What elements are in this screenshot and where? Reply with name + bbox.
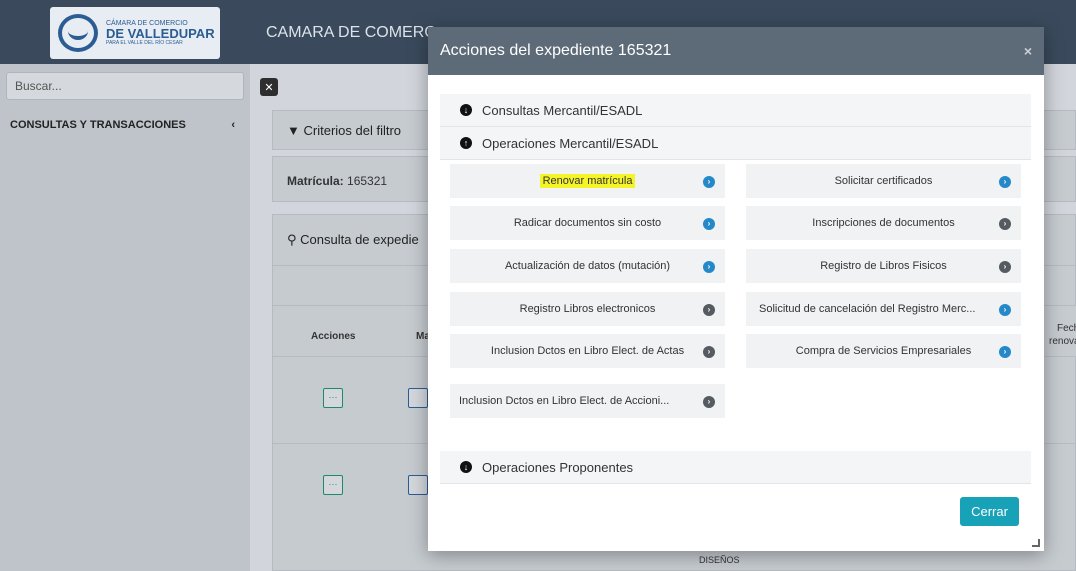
section-label: Operaciones Mercantil/ESADL xyxy=(482,135,659,151)
modal-title: Acciones del expediente 165321 xyxy=(440,42,672,59)
operation-label: Solicitud de cancelación del Registro Me… xyxy=(759,303,976,315)
op-renovar-matricula[interactable]: Renovar matrícula › xyxy=(450,164,725,198)
op-registro-libros-fisicos[interactable]: Registro de Libros Fisicos › xyxy=(746,249,1021,283)
cerrar-button[interactable]: Cerrar xyxy=(960,497,1019,526)
circle-arrow-up-icon: ↑ xyxy=(460,137,472,149)
chevron-right-circle-icon: › xyxy=(703,218,715,230)
section-operaciones-mercantil[interactable]: ↑ Operaciones Mercantil/ESADL xyxy=(440,127,1031,160)
operation-label: Solicitar certificados xyxy=(834,175,933,187)
section-label: Operaciones Proponentes xyxy=(482,459,634,475)
op-inclusion-libro-actas[interactable]: Inclusion Dctos en Libro Elect. de Actas… xyxy=(450,334,725,368)
close-icon[interactable]: × xyxy=(1024,43,1032,59)
section-operaciones-proponentes[interactable]: ↓ Operaciones Proponentes xyxy=(440,451,1031,484)
operation-label: Radicar documentos sin costo xyxy=(513,217,662,229)
op-solicitud-cancelacion[interactable]: Solicitud de cancelación del Registro Me… xyxy=(746,292,1021,326)
operation-label: Actualización de datos (mutación) xyxy=(504,260,671,272)
chevron-right-circle-icon: › xyxy=(703,176,715,188)
op-registro-libros-electronicos[interactable]: Registro Libros electronicos › xyxy=(450,292,725,326)
operation-label: Registro de Libros Fisicos xyxy=(820,260,947,272)
op-compra-servicios[interactable]: Compra de Servicios Empresariales › xyxy=(746,334,1021,368)
resize-handle-icon[interactable] xyxy=(1032,539,1040,547)
op-inclusion-libro-acciones[interactable]: Inclusion Dctos en Libro Elect. de Accio… xyxy=(450,384,725,418)
operation-label: Renovar matrícula xyxy=(539,174,636,188)
section-consultas-mercantil[interactable]: ↓ Consultas Mercantil/ESADL xyxy=(440,94,1031,127)
acciones-modal: Acciones del expediente 165321 × ↓ Consu… xyxy=(428,27,1044,551)
chevron-right-circle-icon: › xyxy=(999,176,1011,188)
chevron-right-circle-icon: › xyxy=(703,396,715,408)
operation-label: Compra de Servicios Empresariales xyxy=(795,345,972,357)
operations-grid: Renovar matrícula › Solicitar certificad… xyxy=(440,160,1031,460)
chevron-right-circle-icon: › xyxy=(999,218,1011,230)
op-inscripciones-documentos[interactable]: Inscripciones de documentos › xyxy=(746,206,1021,240)
op-solicitar-certificados[interactable]: Solicitar certificados › xyxy=(746,164,1021,198)
op-radicar-documentos[interactable]: Radicar documentos sin costo › xyxy=(450,206,725,240)
operation-label: Registro Libros electronicos xyxy=(519,303,656,315)
chevron-right-circle-icon: › xyxy=(999,304,1011,316)
operation-label: Inscripciones de documentos xyxy=(812,217,955,229)
modal-header: Acciones del expediente 165321 × xyxy=(428,27,1044,75)
circle-arrow-down-icon: ↓ xyxy=(460,461,472,473)
circle-arrow-down-icon: ↓ xyxy=(460,104,472,116)
operation-label: Inclusion Dctos en Libro Elect. de Accio… xyxy=(459,395,670,407)
modal-body: ↓ Consultas Mercantil/ESADL ↑ Operacione… xyxy=(440,94,1031,484)
section-label: Consultas Mercantil/ESADL xyxy=(482,102,643,118)
chevron-right-circle-icon: › xyxy=(703,261,715,273)
op-actualizacion-datos[interactable]: Actualización de datos (mutación) › xyxy=(450,249,725,283)
operation-label: Inclusion Dctos en Libro Elect. de Actas xyxy=(490,345,685,357)
chevron-right-circle-icon: › xyxy=(703,346,715,358)
chevron-right-circle-icon: › xyxy=(703,304,715,316)
chevron-right-circle-icon: › xyxy=(999,261,1011,273)
chevron-right-circle-icon: › xyxy=(999,346,1011,358)
